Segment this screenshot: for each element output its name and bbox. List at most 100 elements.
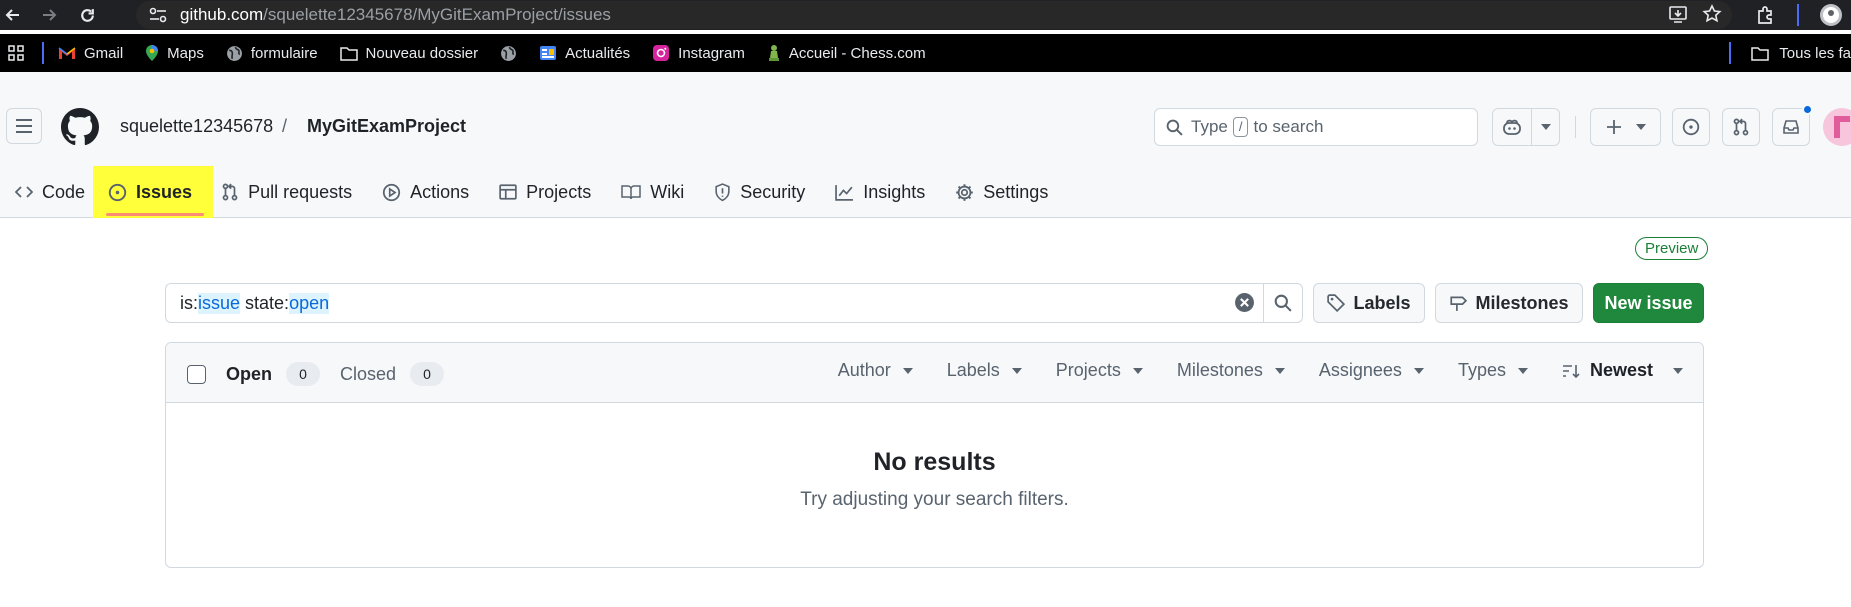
new-issue-button[interactable]: New issue (1593, 283, 1704, 323)
pull-requests-global-button[interactable] (1722, 108, 1760, 146)
hamburger-icon (16, 119, 32, 133)
chevron-down-icon (1540, 124, 1551, 130)
bookmark-formulaire[interactable]: formulaire (226, 45, 318, 62)
tab-projects[interactable]: Projects (484, 166, 606, 218)
chevron-down-icon (1635, 124, 1646, 130)
bookmark-gmail[interactable]: Gmail (58, 45, 123, 62)
bookmark-actualites[interactable]: Actualités (539, 44, 630, 62)
issue-filters: Author Labels Projects Milestones Assign… (838, 360, 1683, 381)
open-issues-tab[interactable]: Open 0 (226, 362, 321, 386)
sort-dropdown[interactable]: Newest (1562, 360, 1683, 381)
tab-code[interactable]: Code (0, 166, 93, 218)
bookmark-nouveau-dossier[interactable]: Nouveau dossier (339, 45, 478, 62)
bookmark-label: Instagram (678, 44, 745, 62)
apps-grid-icon[interactable] (8, 45, 24, 61)
url-text: github.com/squelette12345678/MyGitExamPr… (180, 5, 611, 25)
repo-name-link[interactable]: MyGitExamProject (307, 116, 466, 137)
assignees-filter[interactable]: Assignees (1319, 360, 1424, 381)
shield-icon (715, 182, 730, 201)
tag-icon (1327, 294, 1346, 312)
bookmark-separator (42, 42, 44, 64)
tab-actions[interactable]: Actions (367, 166, 484, 218)
milestones-filter[interactable]: Milestones (1177, 360, 1285, 381)
search-shortcut-key: / (1232, 117, 1249, 137)
tab-insights[interactable]: Insights (820, 166, 940, 218)
profile-avatar-icon[interactable] (1819, 3, 1843, 27)
issues-filter-input[interactable]: is: issue state: open (165, 283, 1264, 323)
bookmark-label: Gmail (84, 44, 124, 62)
tab-label: Pull requests (248, 181, 353, 202)
labels-filter[interactable]: Labels (947, 360, 1022, 381)
bookmark-maps[interactable]: Maps (145, 44, 204, 62)
address-bar[interactable]: github.com/squelette12345678/MyGitExamPr… (136, 1, 1732, 29)
all-bookmarks-label: Tous les fa (1779, 44, 1851, 62)
tab-settings[interactable]: Settings (940, 166, 1063, 218)
preview-badge[interactable]: Preview (1635, 237, 1709, 260)
bookmark-chess[interactable]: Accueil - Chess.com (767, 44, 926, 62)
milestones-button[interactable]: Milestones (1435, 283, 1583, 323)
x-circle-icon (1235, 293, 1254, 312)
tab-label: Code (42, 181, 86, 202)
book-icon (621, 185, 641, 200)
forward-arrow-icon (43, 9, 57, 21)
milestone-icon (1450, 296, 1468, 311)
globe-icon (226, 45, 242, 61)
projects-filter[interactable]: Projects (1056, 360, 1143, 381)
clear-filter-button[interactable] (1234, 292, 1255, 313)
query-qualifier: is: (180, 292, 198, 313)
bookmark-star-icon[interactable] (1702, 4, 1722, 24)
github-logo[interactable] (61, 108, 99, 146)
gear-icon (956, 183, 974, 201)
repo-owner-link[interactable]: squelette12345678 (120, 116, 273, 137)
extensions-icon[interactable] (1755, 4, 1777, 26)
install-app-icon[interactable] (1668, 4, 1688, 24)
closed-issues-tab[interactable]: Closed 0 (340, 362, 445, 386)
notification-dot (1802, 104, 1813, 115)
tab-pull-requests[interactable]: Pull requests (213, 166, 367, 218)
chevron-down-icon (1274, 367, 1285, 374)
labels-button[interactable]: Labels (1313, 283, 1425, 323)
sort-desc-icon (1562, 364, 1580, 378)
bookmark-globe[interactable] (500, 45, 517, 62)
chess-icon (768, 45, 779, 61)
back-button[interactable] (0, 2, 26, 28)
create-new-button[interactable] (1590, 108, 1661, 146)
tab-wiki[interactable]: Wiki (606, 166, 699, 218)
bookmark-instagram[interactable]: Instagram (652, 44, 745, 62)
filter-label: Types (1457, 360, 1506, 380)
forward-button[interactable] (36, 2, 62, 28)
search-icon (1166, 119, 1183, 136)
tab-label: Insights (863, 181, 926, 202)
reload-button[interactable] (74, 2, 100, 28)
site-info-icon[interactable] (149, 7, 167, 23)
labels-button-label: Labels (1353, 292, 1411, 313)
issue-opened-icon (108, 183, 127, 201)
url-domain: github.com (180, 5, 264, 24)
github-mark-icon (61, 108, 99, 146)
search-icon (1274, 294, 1292, 312)
global-search-input[interactable]: Type / to search (1154, 108, 1478, 146)
closed-count-badge: 0 (410, 362, 445, 386)
repo-nav-tabs: Code Issues Pull requests Actions Projec… (0, 166, 1063, 218)
select-all-checkbox[interactable] (187, 365, 206, 384)
copilot-button[interactable] (1492, 108, 1560, 146)
issues-global-button[interactable] (1672, 108, 1710, 146)
url-path: /squelette12345678/MyGitExamProject/issu… (263, 5, 611, 24)
folder-icon (339, 46, 358, 61)
search-placeholder-prefix: Type (1191, 117, 1228, 136)
gmail-icon (58, 47, 76, 59)
chevron-down-icon (902, 367, 913, 374)
filter-search-button[interactable] (1263, 283, 1303, 323)
query-qualifier: state: (240, 292, 290, 313)
tab-security[interactable]: Security (699, 166, 820, 218)
all-bookmarks[interactable]: Tous les fa (1729, 42, 1851, 64)
maps-icon (146, 45, 159, 61)
author-filter[interactable]: Author (838, 360, 913, 381)
tab-label: Issues (136, 181, 193, 202)
tab-issues[interactable]: Issues (93, 166, 214, 218)
filter-label: Milestones (1176, 360, 1263, 380)
toolbar-divider (1797, 4, 1799, 26)
bookmark-label: formulaire (250, 44, 318, 62)
global-nav-button[interactable] (6, 108, 42, 144)
types-filter[interactable]: Types (1458, 360, 1528, 381)
